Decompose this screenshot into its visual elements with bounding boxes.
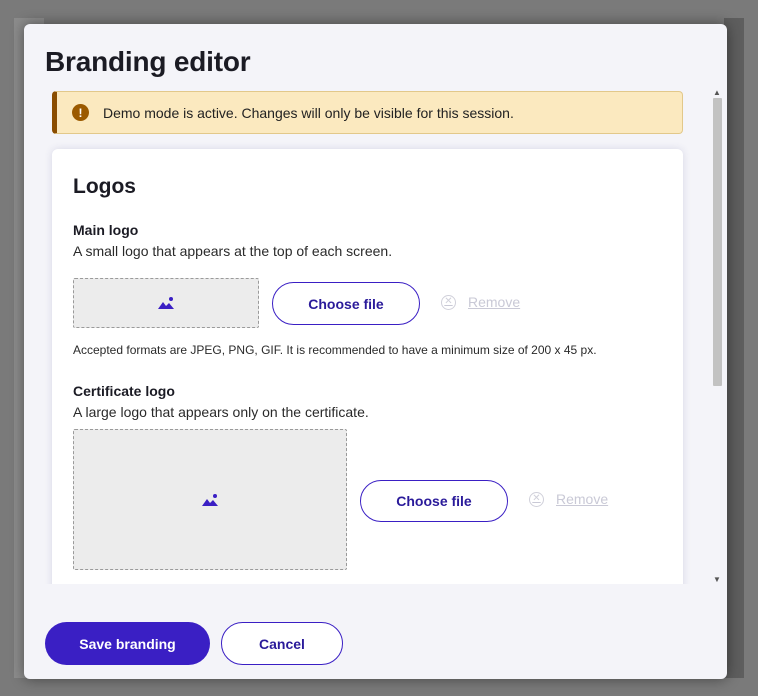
certificate-logo-preview xyxy=(73,429,347,570)
main-logo-choose-file-button[interactable]: Choose file xyxy=(272,282,420,325)
scrollbar-thumb[interactable] xyxy=(713,98,722,386)
certificate-logo-remove-label: Remove xyxy=(556,491,609,507)
main-logo-remove-label: Remove xyxy=(468,294,521,310)
certificate-logo-remove-button[interactable]: ✕ Remove xyxy=(529,491,608,507)
save-branding-button[interactable]: Save branding xyxy=(45,622,210,665)
main-logo-label: Main logo xyxy=(73,222,139,238)
main-logo-preview xyxy=(73,278,259,328)
main-logo-format-hint: Accepted formats are JPEG, PNG, GIF. It … xyxy=(73,343,597,357)
scroll-up-arrow-icon[interactable]: ▲ xyxy=(713,88,721,97)
image-placeholder-icon xyxy=(202,493,218,506)
image-placeholder-icon xyxy=(158,297,174,309)
logos-section-title: Logos xyxy=(73,175,136,198)
demo-mode-alert: ! Demo mode is active. Changes will only… xyxy=(52,91,683,134)
main-logo-description: A small logo that appears at the top of … xyxy=(73,243,393,259)
cancel-button[interactable]: Cancel xyxy=(221,622,343,665)
scroll-down-arrow-icon[interactable]: ▼ xyxy=(713,575,721,584)
background-right-edge xyxy=(724,18,744,678)
dialog-scroll-area[interactable]: ! Demo mode is active. Changes will only… xyxy=(24,88,727,584)
close-circle-icon: ✕ xyxy=(529,491,544,507)
warning-icon: ! xyxy=(72,104,89,121)
certificate-logo-label: Certificate logo xyxy=(73,383,175,399)
main-logo-remove-button[interactable]: ✕ Remove xyxy=(441,294,520,310)
alert-text: Demo mode is active. Changes will only b… xyxy=(103,104,514,121)
dialog-scrollbar[interactable]: ▲ ▼ xyxy=(712,88,722,584)
certificate-logo-choose-file-button[interactable]: Choose file xyxy=(360,480,508,522)
close-circle-icon: ✕ xyxy=(441,294,456,310)
branding-editor-dialog: Branding editor ! Demo mode is active. C… xyxy=(24,24,727,679)
certificate-logo-description: A large logo that appears only on the ce… xyxy=(73,404,369,420)
logos-card: Logos Main logo A small logo that appear… xyxy=(52,149,683,584)
dialog-title: Branding editor xyxy=(45,46,251,77)
